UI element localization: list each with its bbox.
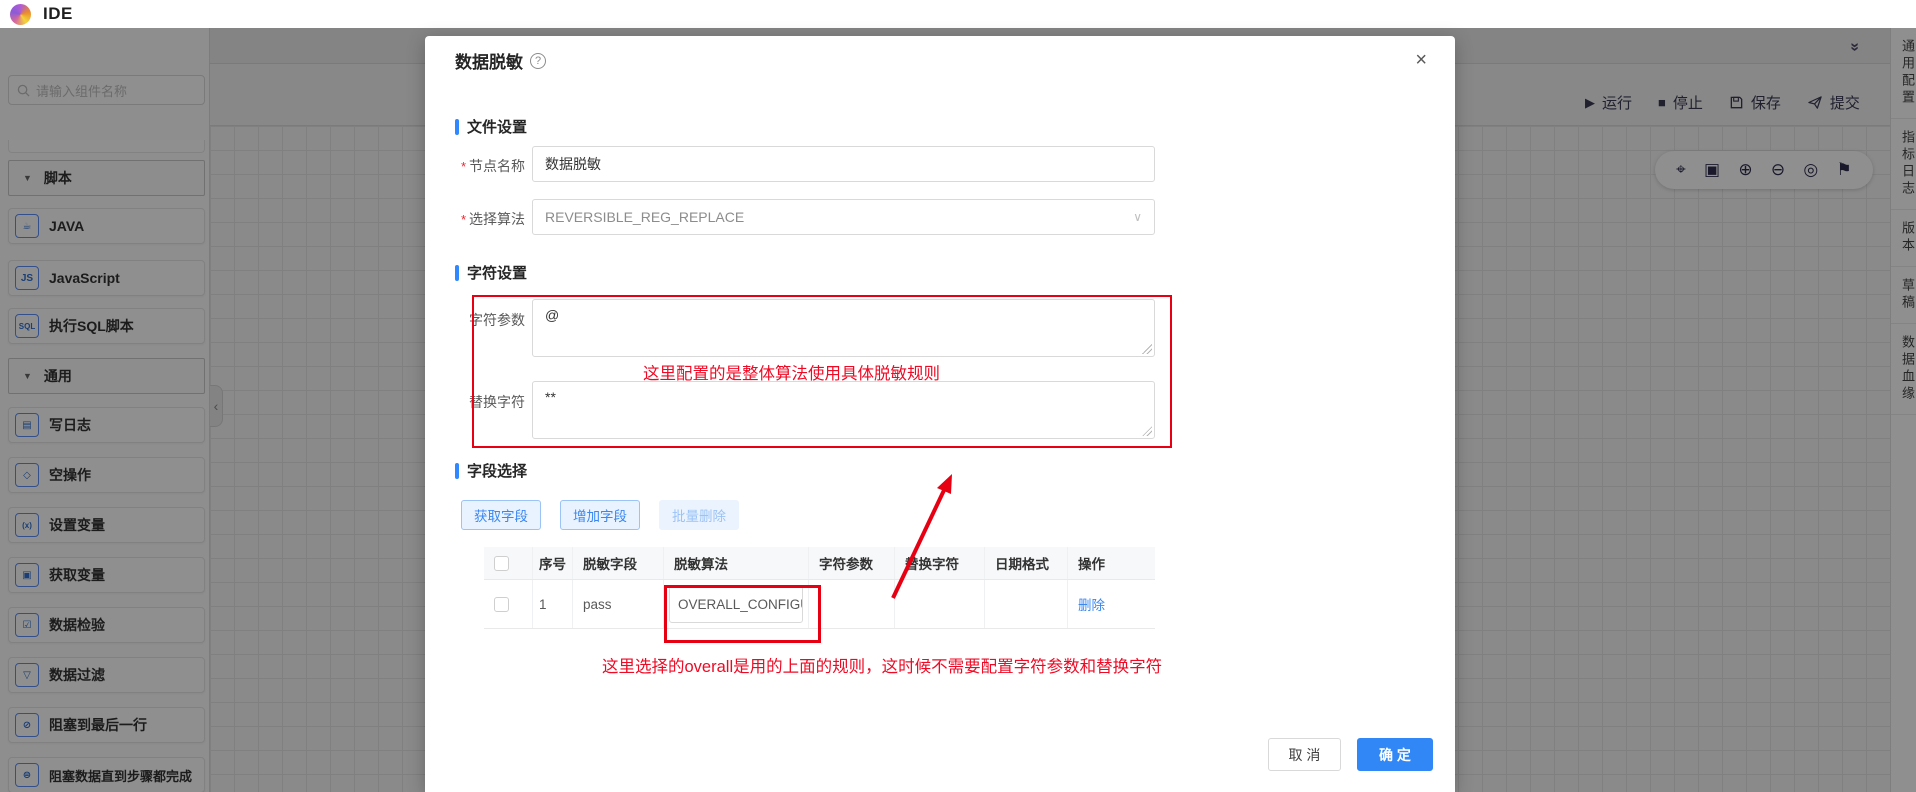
section-file-settings: 文件设置	[455, 116, 527, 137]
node-name-label: * 节点名称	[460, 158, 525, 174]
get-fields-button[interactable]: 获取字段	[461, 500, 541, 530]
fields-table: 序号 脱敏字段 脱敏算法 字符参数 替换字符 日期格式 操作 1 pass OV…	[484, 547, 1155, 629]
annotation-char-rule: 这里配置的是整体算法使用具体脱敏规则	[643, 365, 940, 383]
table-row: 1 pass OVERALL_CONFIGURAT 删除	[484, 580, 1155, 629]
section-title: 字段选择	[467, 463, 528, 480]
ok-button[interactable]: 确 定	[1357, 738, 1433, 771]
required-asterisk: *	[460, 212, 466, 227]
cell-mask-field: pass	[573, 580, 664, 628]
cell-index: 1	[533, 580, 573, 628]
help-icon[interactable]: ?	[530, 52, 546, 69]
section-title: 文件设置	[467, 119, 528, 136]
algorithm-value: REVERSIBLE_REG_REPLACE	[545, 209, 745, 225]
col-action: 操作	[1078, 557, 1105, 572]
data-masking-dialog: 数据脱敏 ? × 文件设置 * 节点名称 数据脱敏 * 选择算法 REVERSIBL…	[425, 36, 1455, 792]
batch-delete-button[interactable]: 批量删除	[659, 500, 739, 530]
field-buttons-row: 获取字段 增加字段 批量删除	[461, 500, 739, 530]
chevron-down-icon: ∨	[1133, 210, 1142, 224]
row-algorithm-select[interactable]: OVERALL_CONFIGURAT	[669, 585, 803, 623]
cell-mask-algorithm: OVERALL_CONFIGURAT	[664, 580, 809, 628]
close-icon[interactable]: ×	[1415, 50, 1427, 70]
app-title: IDE	[43, 4, 73, 23]
char-param-label: 字符参数	[469, 312, 525, 328]
section-bar	[455, 462, 459, 479]
row-checkbox-cell	[484, 580, 533, 628]
replace-char-label: 替换字符	[469, 394, 525, 410]
select-all-checkbox[interactable]	[494, 555, 509, 571]
char-param-textarea[interactable]: @	[532, 299, 1155, 357]
table-header-row: 序号 脱敏字段 脱敏算法 字符参数 替换字符 日期格式 操作	[484, 547, 1155, 580]
section-bar	[455, 264, 459, 281]
cell-replace-char	[895, 580, 985, 628]
dialog-title: 数据脱敏 ?	[455, 48, 546, 73]
section-field-select: 字段选择	[455, 460, 527, 481]
algorithm-select[interactable]: REVERSIBLE_REG_REPLACE ∨	[532, 199, 1155, 235]
delete-row-link[interactable]: 删除	[1078, 594, 1105, 614]
dialog-title-text: 数据脱敏	[455, 53, 523, 72]
replace-char-value: **	[545, 389, 556, 405]
col-mask-algorithm: 脱敏算法	[664, 547, 809, 579]
cell-date-format	[985, 580, 1068, 628]
app-root: IDE DI * 转换 × 请输入组件名称 ▼ 脚本 ☕ JAVA JS Jav…	[0, 0, 1916, 792]
col-date-format: 日期格式	[985, 547, 1068, 579]
header-checkbox-cell	[484, 547, 533, 579]
node-name-value: 数据脱敏	[545, 156, 601, 172]
add-field-button[interactable]: 增加字段	[560, 500, 640, 530]
section-title: 字符设置	[467, 265, 528, 282]
cell-char-param	[809, 580, 895, 628]
cancel-button[interactable]: 取 消	[1268, 738, 1341, 771]
row-checkbox[interactable]	[494, 596, 509, 612]
char-param-value: @	[545, 307, 560, 323]
col-mask-field: 脱敏字段	[573, 547, 664, 579]
node-name-input[interactable]: 数据脱敏	[532, 146, 1155, 182]
col-char-param: 字符参数	[809, 547, 895, 579]
col-replace-char: 替换字符	[895, 547, 985, 579]
section-char-settings: 字符设置	[455, 262, 527, 283]
cell-action: 删除	[1068, 580, 1155, 628]
required-asterisk: *	[460, 159, 466, 174]
app-header: IDE	[0, 0, 1916, 28]
section-bar	[455, 118, 459, 135]
row-algorithm-value: OVERALL_CONFIGURAT	[678, 596, 802, 612]
col-index: 序号	[533, 547, 573, 579]
resize-handle[interactable]	[1142, 344, 1152, 354]
algorithm-label: * 选择算法	[460, 211, 525, 227]
app-logo-icon	[10, 3, 31, 25]
replace-char-textarea[interactable]: **	[532, 381, 1155, 439]
resize-handle[interactable]	[1142, 426, 1152, 436]
annotation-overall-note: 这里选择的overall是用的上面的规则，这时候不需要配置字符参数和替换字符	[602, 658, 1163, 676]
